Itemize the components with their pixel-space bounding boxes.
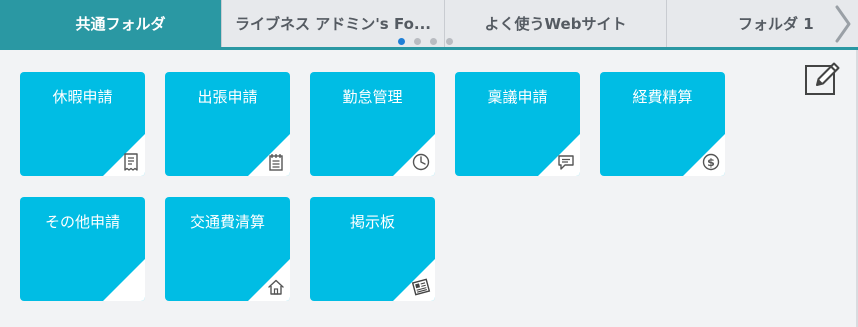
tab-pager-dots [398, 38, 453, 46]
clock-icon [412, 153, 430, 171]
tile-label: 交通費清算 [189, 213, 265, 231]
dollar-coin-icon: $ [702, 153, 720, 171]
app-frame: 共通フォルダ ライブネス アドミン's Fo... よく使うWebサイト フォル… [0, 0, 858, 327]
svg-text:$: $ [707, 156, 715, 169]
pager-dot-active[interactable] [398, 38, 405, 45]
notepad-icon [269, 154, 283, 171]
tile-label: 経費精算 [632, 88, 693, 106]
pager-dot[interactable] [414, 38, 421, 45]
tile-bulletin-board[interactable]: 掲示板 [310, 197, 435, 301]
pencil-edit-icon [805, 62, 840, 95]
receipt-icon [124, 153, 138, 171]
newspaper-icon [411, 278, 431, 296]
pager-dot[interactable] [430, 38, 437, 45]
pager-dot[interactable] [446, 38, 453, 45]
tile-expense-settlement[interactable]: 経費精算 $ [600, 72, 725, 176]
tile-business-trip-request[interactable]: 出張申請 [165, 72, 290, 176]
tile-transportation-settlement[interactable]: 交通費清算 [165, 197, 290, 301]
house-icon [268, 279, 284, 295]
tile-label: 出張申請 [197, 88, 258, 106]
tile-label: 掲示板 [349, 213, 395, 231]
tile-attendance-management[interactable]: 勤怠管理 [310, 72, 435, 176]
tile-label: 勤怠管理 [342, 88, 403, 106]
tab-label: 共通フォルダ [75, 15, 166, 33]
tile-corner-fold [103, 259, 145, 301]
folder-tab-bar: 共通フォルダ ライブネス アドミン's Fo... よく使うWebサイト フォル… [0, 0, 858, 50]
tile-label: 稟議申請 [487, 88, 548, 106]
tab-common-folder[interactable]: 共通フォルダ [0, 0, 222, 47]
chevron-right-icon [835, 5, 851, 42]
tab-favorite-websites[interactable]: よく使うWebサイト [445, 0, 667, 47]
tab-label: よく使うWebサイト [484, 15, 627, 33]
tile-approval-request[interactable]: 稟議申請 [455, 72, 580, 176]
tab-label: ライブネス アドミン's Fo... [234, 15, 431, 33]
tile-vacation-request[interactable]: 休暇申請 [20, 72, 145, 176]
tab-label: フォルダ 1 [738, 15, 814, 33]
tile-label: 休暇申請 [52, 88, 113, 106]
tile-label: その他申請 [44, 213, 120, 231]
chat-bubble-icon [558, 155, 574, 170]
edit-button[interactable] [803, 60, 841, 98]
tile-other-request[interactable]: その他申請 [20, 197, 145, 301]
next-tab-arrow[interactable] [826, 0, 858, 47]
